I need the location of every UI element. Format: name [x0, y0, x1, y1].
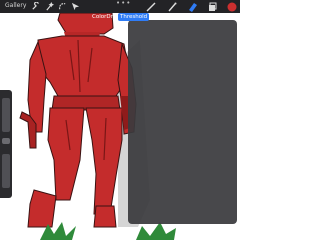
smudge-icon[interactable] [166, 1, 177, 12]
magic-wand-icon[interactable] [44, 1, 55, 12]
more-menu-icon[interactable]: ••• [116, 0, 131, 7]
color-swatch-icon[interactable] [226, 1, 237, 12]
brush-size-slider[interactable] [2, 98, 10, 132]
top-toolbar: Gallery ••• [0, 0, 240, 13]
opacity-slider[interactable] [2, 154, 10, 188]
brush-sidebar [0, 90, 12, 198]
eraser-icon[interactable] [187, 1, 198, 12]
colordrop-popup: ColorDrop Threshold [84, 13, 150, 21]
threshold-button[interactable]: Threshold [118, 13, 150, 21]
transform-arrow-icon[interactable] [70, 1, 81, 12]
wrench-icon[interactable] [30, 1, 41, 12]
gallery-button[interactable]: Gallery [5, 2, 26, 10]
selection-icon[interactable] [57, 1, 68, 12]
colordrop-title: ColorDrop [92, 14, 120, 20]
layers-icon[interactable] [207, 1, 218, 12]
modify-button[interactable] [2, 138, 10, 144]
brush-icon[interactable] [145, 1, 156, 12]
color-panel [128, 20, 237, 224]
